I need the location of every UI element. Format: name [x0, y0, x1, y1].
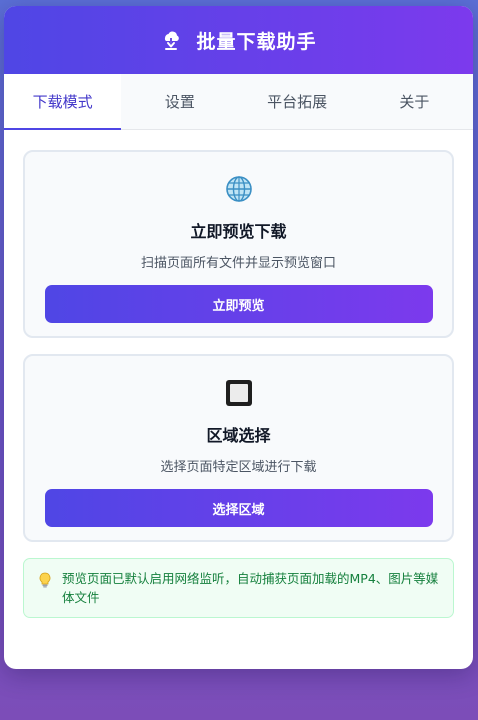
tab-platform-extensions[interactable]: 平台拓展 — [239, 74, 356, 129]
region-select-card: 区域选择 选择页面特定区域进行下载 选择区域 — [23, 354, 454, 542]
preview-now-button[interactable]: 立即预览 — [44, 285, 433, 323]
globe-icon — [224, 174, 254, 204]
tab-bar: 下载模式 设置 平台拓展 关于 — [4, 74, 473, 130]
main-content: 立即预览下载 扫描页面所有文件并显示预览窗口 立即预览 区域选择 选择页面特定区… — [4, 130, 473, 618]
card-description: 选择页面特定区域进行下载 — [160, 460, 317, 475]
tab-about[interactable]: 关于 — [356, 74, 473, 129]
lightbulb-icon — [38, 572, 52, 588]
extension-popup: 批量下载助手 下载模式 设置 平台拓展 关于 立即预览下载 扫描页面所有文件并显… — [4, 6, 473, 669]
tab-download-mode[interactable]: 下载模式 — [4, 74, 122, 130]
info-tip: 预览页面已默认启用网络监听，自动捕获页面加载的MP4、图片等媒体文件 — [23, 558, 454, 618]
square-select-icon — [224, 378, 254, 408]
card-description: 扫描页面所有文件并显示预览窗口 — [140, 256, 336, 271]
download-cloud-icon — [160, 29, 182, 51]
popup-header: 批量下载助手 — [4, 6, 473, 74]
tip-text: 预览页面已默认启用网络监听，自动捕获页面加载的MP4、图片等媒体文件 — [62, 571, 439, 605]
card-title: 区域选择 — [206, 426, 271, 445]
preview-download-card: 立即预览下载 扫描页面所有文件并显示预览窗口 立即预览 — [23, 150, 454, 338]
tab-settings[interactable]: 设置 — [121, 74, 238, 129]
card-title: 立即预览下载 — [190, 222, 287, 241]
app-title: 批量下载助手 — [196, 30, 317, 53]
select-region-button[interactable]: 选择区域 — [44, 489, 433, 527]
